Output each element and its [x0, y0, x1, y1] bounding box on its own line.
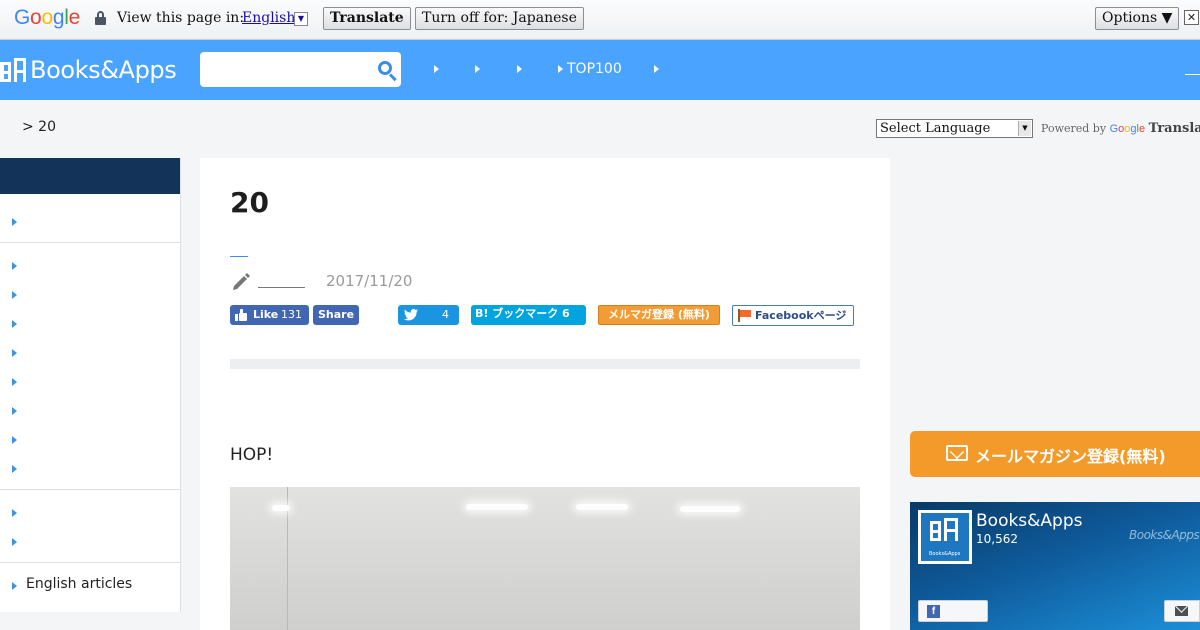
site-logo-text[interactable]: Books&Apps: [30, 56, 177, 84]
flag-icon: [737, 309, 751, 322]
envelope-icon: [1175, 600, 1188, 616]
cover-watermark: Books&Apps: [1129, 528, 1200, 542]
nav-item-5[interactable]: [654, 60, 663, 78]
google-logo-letter: o: [30, 6, 42, 29]
google-translate-bar: Google View this page in: English ▼ Tran…: [0, 0, 1200, 40]
mail-icon: [946, 444, 968, 461]
caret-right-icon: [12, 262, 17, 270]
caret-right-icon: [12, 538, 17, 546]
caret-right-icon: [558, 65, 563, 73]
google-logo-letter: g: [52, 6, 65, 29]
breadcrumb[interactable]: > 20: [22, 119, 56, 135]
sidebar-divider: [0, 562, 180, 563]
language-link[interactable]: English: [242, 10, 295, 26]
powered-by-google: Powered by Google Translate: [1041, 121, 1200, 136]
google-logo-letter: G: [1109, 123, 1119, 135]
caret-right-icon: [12, 320, 17, 328]
caret-right-icon: [12, 582, 17, 590]
caret-right-icon: [434, 65, 439, 73]
caret-right-icon: [12, 291, 17, 299]
page-avatar[interactable]: Books&Apps: [918, 510, 972, 564]
follower-count: 10,562: [976, 532, 1018, 546]
chevron-down-icon: ▼: [1018, 121, 1031, 136]
caret-right-icon: [12, 218, 17, 226]
caret-right-icon: [12, 349, 17, 357]
pencil-icon: [233, 273, 250, 290]
twitter-icon: [404, 309, 418, 321]
google-small-logo: Google: [1110, 123, 1146, 135]
facebook-page-button[interactable]: Facebookページ: [732, 305, 854, 326]
caret-right-icon: [12, 465, 17, 473]
facebook-share-button[interactable]: Share: [313, 305, 359, 325]
lock-icon: [95, 11, 106, 25]
close-icon[interactable]: ✕: [1184, 10, 1199, 25]
nav-item-2[interactable]: [475, 60, 484, 78]
article-title: 20: [230, 186, 269, 219]
nav-item-1[interactable]: [434, 60, 443, 78]
article-hero-image: [230, 487, 860, 630]
sidebar-divider: [0, 242, 180, 243]
caret-right-icon: [12, 509, 17, 517]
google-logo-letter: o: [41, 6, 53, 29]
translate-button[interactable]: Translate: [323, 7, 411, 30]
search-icon[interactable]: [377, 60, 397, 82]
tweet-button[interactable]: 4: [398, 305, 459, 325]
hatena-bookmark-button[interactable]: B! ブックマーク 6: [471, 305, 586, 325]
google-logo: Google: [14, 6, 80, 30]
like-page-button[interactable]: f: [918, 600, 988, 622]
sidebar-header: [0, 158, 180, 194]
google-logo-letter: e: [1138, 123, 1146, 135]
language-select[interactable]: Select Language ▼: [876, 119, 1033, 138]
facebook-icon: f: [927, 605, 940, 618]
article-divider: [230, 359, 860, 369]
publish-date: 2017/11/20: [326, 272, 413, 290]
caret-right-icon: [12, 407, 17, 415]
google-logo-letter: e: [68, 6, 81, 29]
newsletter-signup-button[interactable]: メールマガジン登録(無料): [910, 431, 1200, 477]
page-name[interactable]: Books&Apps: [976, 511, 1083, 531]
header-divider: [1185, 74, 1200, 75]
mail-magazine-button[interactable]: メルマガ登録 (無料): [598, 305, 720, 325]
sidebar-divider: [0, 489, 180, 490]
view-page-label: View this page in:: [117, 10, 245, 26]
search-input[interactable]: [200, 52, 401, 87]
sidebar: [0, 158, 181, 612]
turn-off-button[interactable]: Turn off for: Japanese: [415, 7, 584, 30]
google-logo-letter: G: [14, 6, 31, 29]
thumbs-up-icon: [235, 309, 247, 321]
caret-right-icon: [517, 65, 522, 73]
caret-right-icon: [654, 65, 659, 73]
caret-right-icon: [12, 436, 17, 444]
sidebar-item-label[interactable]: English articles: [26, 576, 132, 592]
article-intro-text: HOP!: [230, 445, 274, 465]
nav-item-top100[interactable]: TOP100: [558, 60, 622, 78]
options-button[interactable]: Options ▼: [1095, 7, 1180, 30]
nav-item-3[interactable]: [517, 60, 526, 78]
language-dropdown-icon[interactable]: ▼: [294, 12, 308, 26]
send-message-button[interactable]: [1164, 600, 1200, 622]
caret-right-icon: [475, 65, 480, 73]
facebook-like-button[interactable]: Like 131: [230, 305, 309, 325]
category-link[interactable]: [230, 256, 248, 257]
author-link[interactable]: [258, 287, 305, 288]
facebook-page-widget[interactable]: Books&Apps Books&Apps 10,562 Books&Apps …: [910, 502, 1200, 630]
site-logo-icon[interactable]: [0, 58, 26, 82]
caret-right-icon: [12, 378, 17, 386]
